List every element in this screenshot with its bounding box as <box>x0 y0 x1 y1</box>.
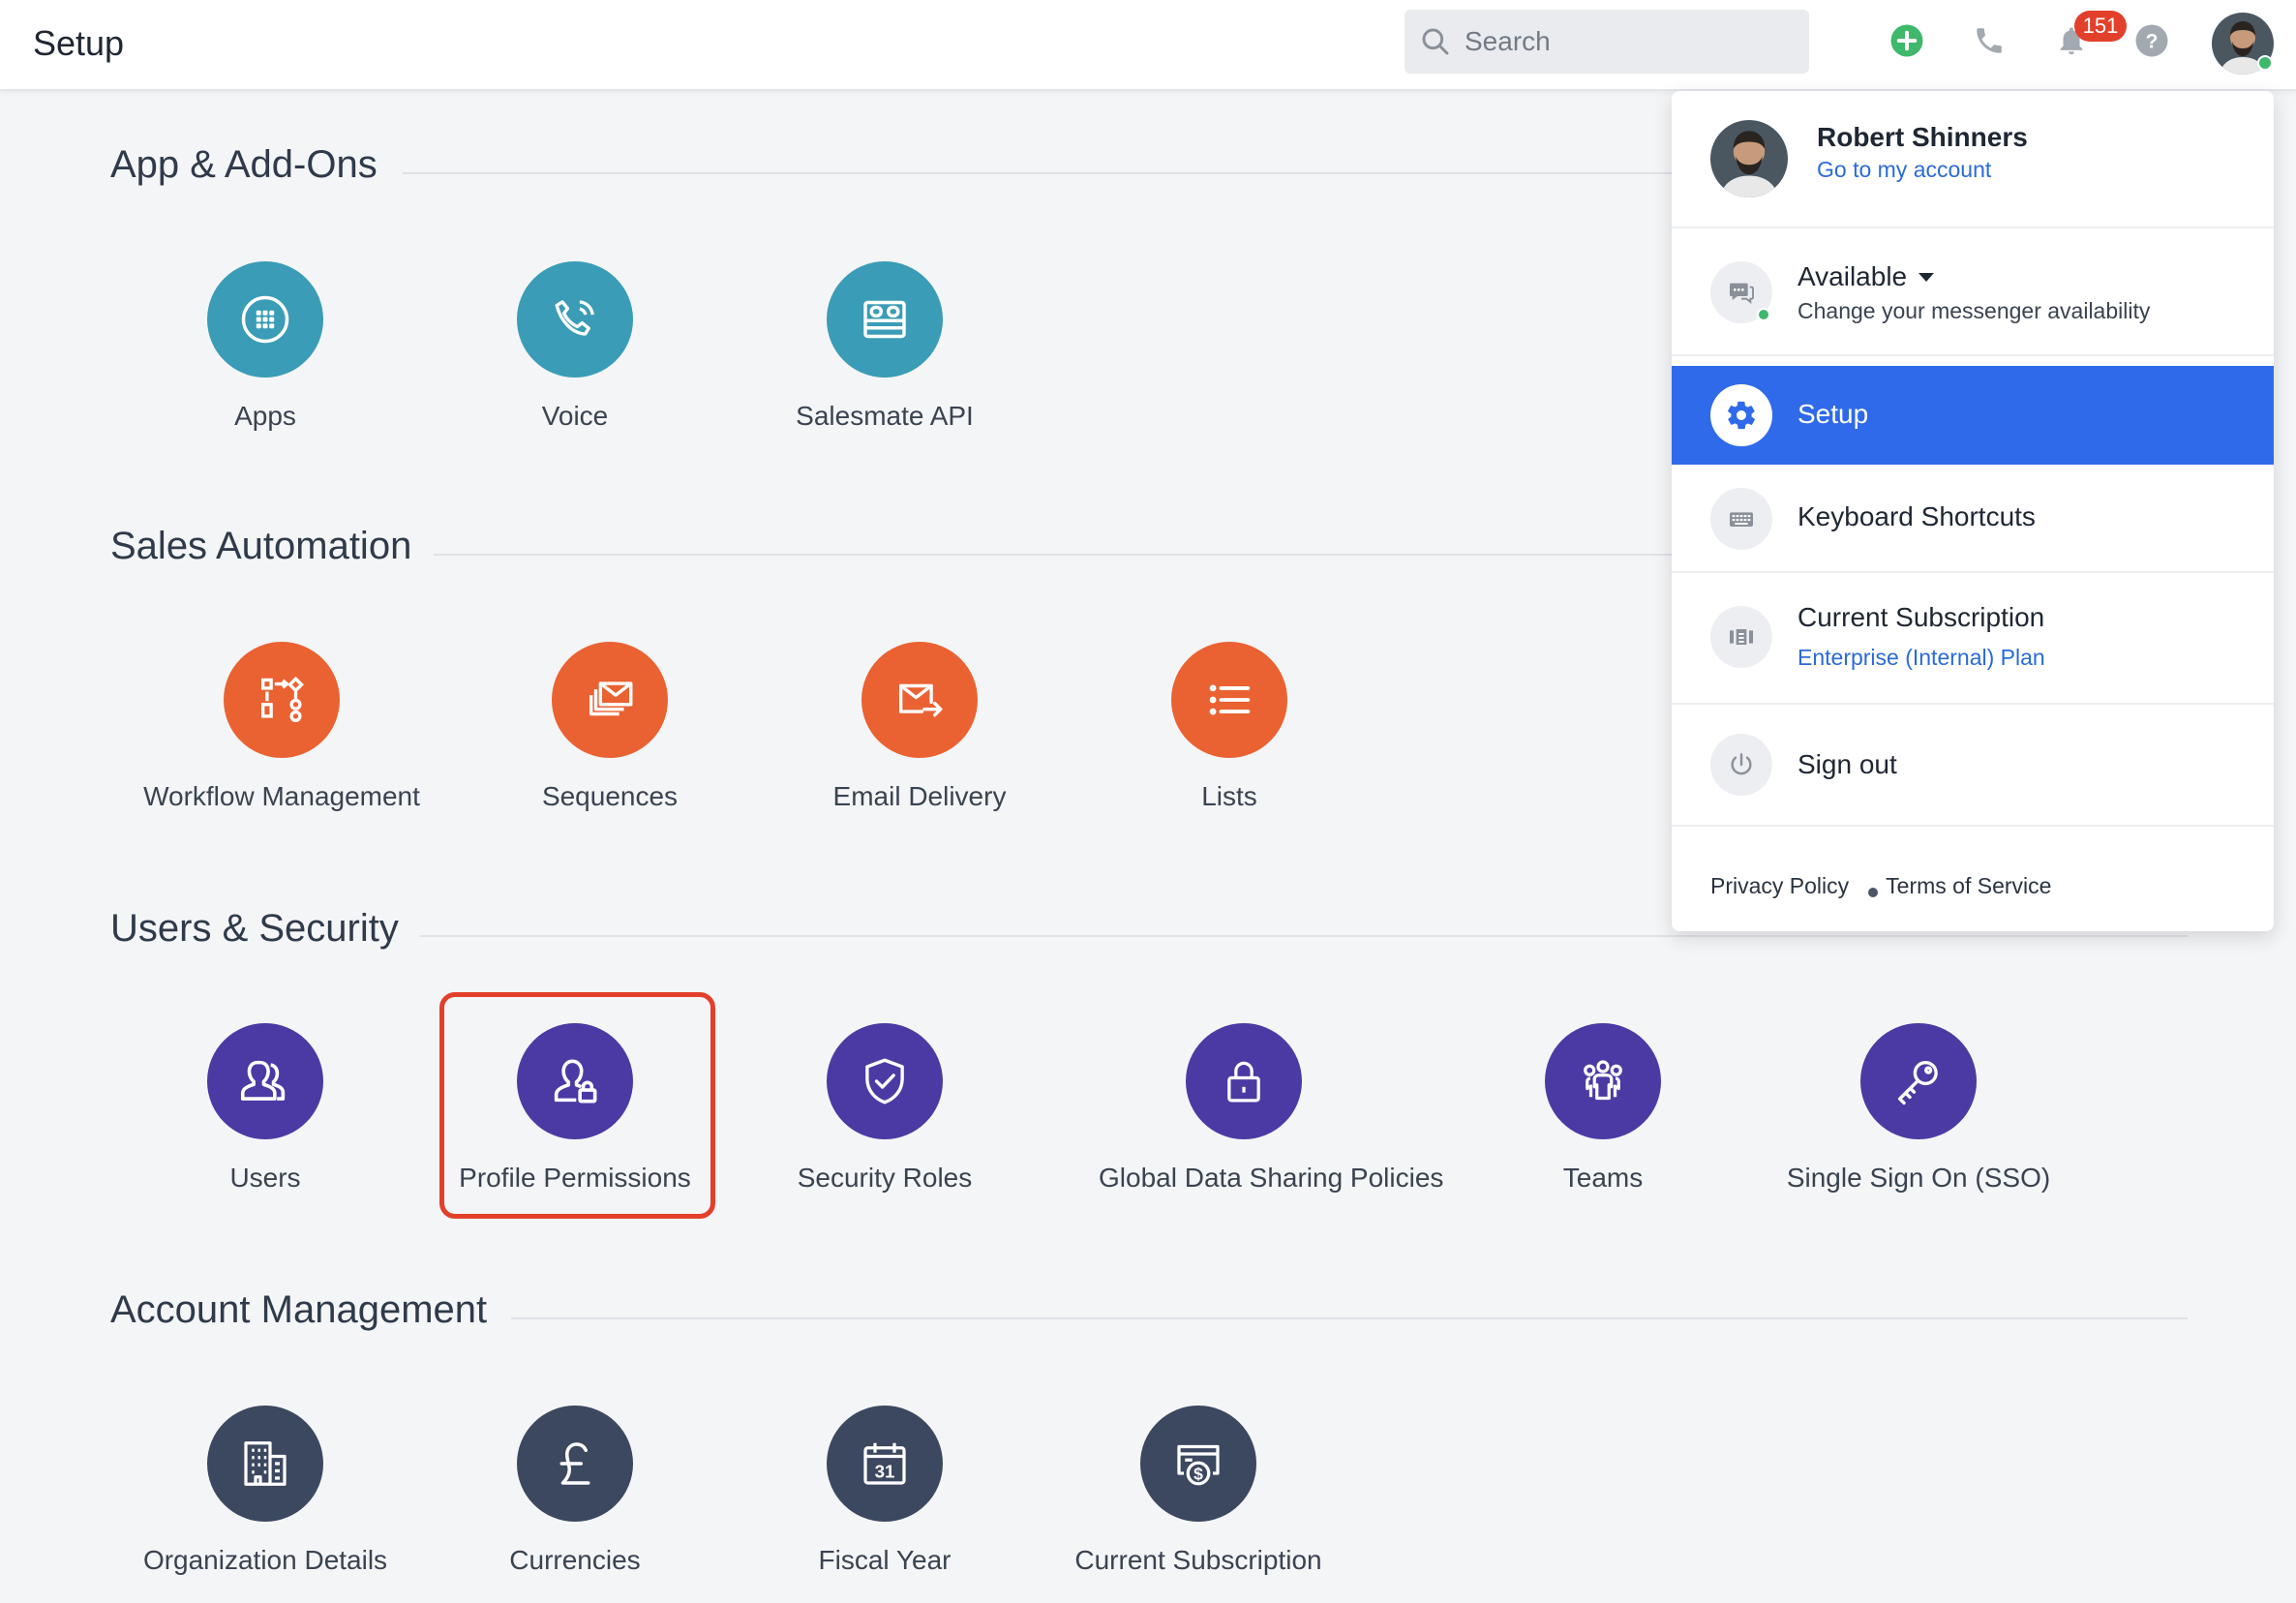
menu-item-setup[interactable]: Setup <box>1672 366 2274 465</box>
section-divider <box>511 1317 2188 1319</box>
pound-icon <box>517 1406 633 1522</box>
section-title-users-security: Users & Security <box>110 907 399 950</box>
tile-security-roles[interactable]: Security Roles <box>740 1023 1030 1194</box>
svg-text:$: $ <box>1193 1465 1203 1484</box>
gear-icon <box>1710 384 1772 446</box>
tile-current-subscription[interactable]: $ Current Subscription <box>1053 1406 1344 1576</box>
tile-label: Single Sign On (SSO) <box>1786 1163 2051 1193</box>
svg-text:?: ? <box>2146 31 2159 53</box>
api-icon <box>827 261 943 378</box>
profile-row: Robert Shinners Go to my account <box>1672 91 2274 228</box>
tile-label: Voice <box>541 401 609 431</box>
sign-out-label: Sign out <box>1798 749 1897 779</box>
email-send-icon <box>861 642 978 758</box>
tile-label: Salesmate API <box>796 401 974 431</box>
tile-apps[interactable]: Apps <box>120 261 410 432</box>
building-icon <box>207 1406 323 1522</box>
list-icon <box>1171 642 1287 758</box>
shield-check-icon <box>827 1023 943 1139</box>
tile-global-data-sharing-policies[interactable]: Global Data Sharing Policies <box>1099 1023 1444 1194</box>
availability-row[interactable]: Available Change your messenger availabi… <box>1672 228 2274 356</box>
keyboard-icon <box>1710 488 1772 550</box>
tile-label: Sequences <box>541 781 679 811</box>
tile-workflow-management[interactable]: Workflow Management <box>136 642 427 812</box>
tile-label: Global Data Sharing Policies <box>1099 1163 1444 1193</box>
menu-item-keyboard-shortcuts[interactable]: Keyboard Shortcuts <box>1672 465 2274 573</box>
help-icon[interactable]: ? <box>2132 21 2171 60</box>
tile-sequences[interactable]: Sequences <box>465 642 755 812</box>
setup-label: Setup <box>1798 399 1869 429</box>
tile-single-sign-on[interactable]: Single Sign On (SSO) <box>1773 1023 2064 1194</box>
grid-icon <box>207 261 323 378</box>
tile-label: Lists <box>1201 781 1257 811</box>
tile-label: Apps <box>234 401 296 431</box>
user-menu-dropdown: Robert Shinners Go to my account Availab… <box>1672 91 2274 931</box>
section-title-sales-automation: Sales Automation <box>110 525 412 567</box>
profile-avatar <box>1710 120 1788 197</box>
online-status-dot <box>1757 308 1770 321</box>
tile-label: Security Roles <box>797 1163 973 1193</box>
menu-item-current-subscription[interactable]: Current Subscription Enterprise (Interna… <box>1672 573 2274 705</box>
tile-teams[interactable]: Teams <box>1458 1023 1748 1194</box>
tile-voice[interactable]: Voice <box>430 261 720 432</box>
section-divider <box>420 935 2188 937</box>
tile-users[interactable]: Users <box>120 1023 410 1194</box>
notification-badge: 151 <box>2074 11 2127 42</box>
caret-down-icon <box>1918 273 1934 282</box>
tile-label: Currencies <box>509 1545 641 1575</box>
search-box[interactable] <box>1405 10 1809 74</box>
tile-label: Email Delivery <box>832 781 1007 811</box>
go-to-account-link[interactable]: Go to my account <box>1817 157 1991 183</box>
tile-label: Current Subscription <box>1074 1545 1322 1575</box>
tile-lists[interactable]: Lists <box>1084 642 1375 812</box>
subscription-title: Current Subscription <box>1798 602 2045 632</box>
user-name: Robert Shinners <box>1817 122 2028 152</box>
tile-fiscal-year[interactable]: 31 Fiscal Year <box>740 1406 1030 1576</box>
tile-label: Teams <box>1562 1163 1644 1193</box>
tile-salesmate-api[interactable]: Salesmate API <box>740 261 1030 432</box>
availability-hint: Change your messenger availability <box>1798 298 2151 323</box>
search-input[interactable] <box>1465 19 1794 64</box>
subscription-icon <box>1710 606 1772 668</box>
footer-links: Privacy Policy Terms of Service <box>1710 873 2051 899</box>
top-bar: Setup 151 ? <box>0 0 2296 91</box>
section-title-account-management: Account Management <box>110 1288 488 1331</box>
tile-email-delivery[interactable]: Email Delivery <box>774 642 1065 812</box>
phone-icon <box>517 261 633 378</box>
tile-currencies[interactable]: Currencies <box>430 1406 720 1576</box>
users-icon <box>207 1023 323 1139</box>
subscription-plan-link[interactable]: Enterprise (Internal) Plan <box>1798 645 2045 671</box>
privacy-policy-link[interactable]: Privacy Policy <box>1710 873 1849 898</box>
workflow-icon <box>224 642 340 758</box>
svg-text:31: 31 <box>875 1462 895 1482</box>
section-divider <box>434 554 1672 556</box>
section-title-app-addons: App & Add-Ons <box>110 143 378 186</box>
keyboard-shortcuts-label: Keyboard Shortcuts <box>1798 501 2036 531</box>
menu-item-sign-out[interactable]: Sign out <box>1672 705 2274 827</box>
add-icon[interactable] <box>1888 21 1926 60</box>
section-divider <box>403 172 1672 174</box>
search-icon <box>1422 28 1449 55</box>
tile-label: Fiscal Year <box>818 1545 952 1575</box>
lock-icon <box>1186 1023 1302 1139</box>
page-title: Setup <box>33 23 125 63</box>
key-icon <box>1860 1023 1977 1139</box>
online-status-dot <box>2257 55 2273 71</box>
power-icon <box>1710 734 1772 796</box>
terms-of-service-link[interactable]: Terms of Service <box>1886 873 2051 898</box>
tile-label: Organization Details <box>142 1545 388 1575</box>
team-icon <box>1545 1023 1661 1139</box>
separator-dot <box>1868 888 1879 897</box>
envelope-stack-icon <box>552 642 668 758</box>
availability-status[interactable]: Available <box>1798 261 1934 292</box>
highlight-box <box>439 992 715 1219</box>
tile-label: Workflow Management <box>143 781 420 811</box>
tile-organization-details[interactable]: Organization Details <box>120 1406 410 1576</box>
phone-icon[interactable] <box>1970 21 2009 60</box>
calendar-icon: 31 <box>827 1406 943 1522</box>
billing-icon: $ <box>1140 1406 1256 1522</box>
tile-label: Users <box>229 1163 301 1193</box>
